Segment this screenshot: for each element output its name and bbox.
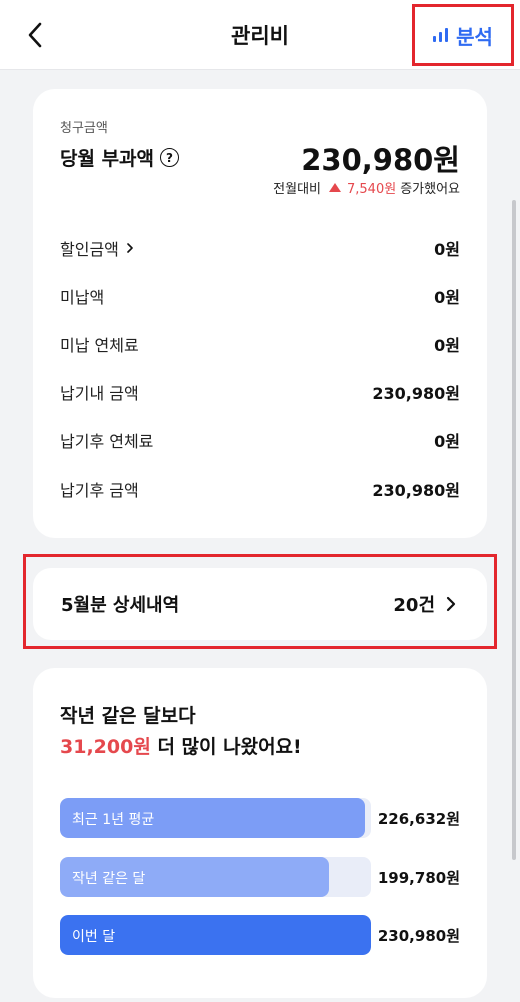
unpaid-late-fee-row: 미납 연체료 0원 [60, 331, 460, 357]
compare-amount: 7,540원 [347, 182, 397, 197]
due-amount-row: 납기내 금액 230,980원 [60, 379, 460, 405]
detail-count-group: 20건 [393, 591, 457, 617]
after-due-amount-label: 납기후 금액 [60, 481, 139, 500]
bar-row-last-year: 작년 같은 달 199,780원 [60, 857, 460, 897]
row-label: 할인금액 [60, 236, 135, 260]
compare-headline-rest: 더 많이 나왔어요! [157, 736, 302, 758]
bar-label: 최근 1년 평균 [72, 812, 155, 828]
current-charge-label: 당월 부과액 ? [60, 144, 180, 171]
bar-row-year-average: 최근 1년 평균 226,632원 [60, 798, 460, 838]
compare-suffix: 증가했어요 [400, 182, 460, 197]
help-icon[interactable]: ? [160, 148, 180, 167]
unpaid-row: 미납액 0원 [60, 283, 460, 309]
bar-value: 230,980원 [377, 927, 460, 945]
discount-label: 할인금액 [60, 240, 119, 259]
compare-headline: 작년 같은 달보다 31,200원 더 많이 나왔어요! [60, 701, 302, 763]
late-fee-value: 0원 [434, 432, 460, 451]
bar-label: 이번 달 [72, 929, 116, 945]
analysis-label: 분석 [456, 24, 493, 49]
discount-value: 0원 [434, 240, 460, 259]
year-compare-card: 작년 같은 달보다 31,200원 더 많이 나왔어요! 최근 1년 평균 22… [33, 668, 487, 998]
bar-value: 226,632원 [377, 810, 460, 828]
detail-label: 5월분 상세내역 [61, 595, 180, 616]
current-charge-text: 당월 부과액 [60, 148, 155, 170]
compare-headline-line1: 작년 같은 달보다 [60, 705, 196, 727]
due-amount-value: 230,980원 [372, 384, 460, 403]
due-amount-label: 납기내 금액 [60, 384, 139, 403]
bill-caption: 청구금액 [60, 121, 108, 136]
bill-summary-card: 청구금액 당월 부과액 ? 230,980원 전월대비 7,540원 증가했어요… [33, 89, 487, 538]
compare-headline-line2: 31,200원 더 많이 나왔어요! [60, 732, 302, 763]
late-fee-row: 납기후 연체료 0원 [60, 427, 460, 453]
compare-prefix: 전월대비 [273, 182, 321, 197]
bar-label: 작년 같은 달 [72, 871, 146, 887]
monthly-detail-link[interactable]: 5월분 상세내역 20건 [33, 568, 487, 640]
bar-value: 199,780원 [377, 869, 460, 887]
after-due-amount-value: 230,980원 [372, 481, 460, 500]
discount-row[interactable]: 할인금액 0원 [60, 235, 460, 261]
current-charge-amount: 230,980원 [301, 143, 460, 177]
bar-chart-icon [433, 28, 449, 42]
app-header: 관리비 분석 [0, 0, 520, 70]
bar-row-this-month: 이번 달 230,980원 [60, 915, 460, 955]
increase-arrow-icon [329, 183, 341, 192]
after-due-amount-row: 납기후 금액 230,980원 [60, 476, 460, 502]
late-fee-label: 납기후 연체료 [60, 432, 154, 451]
unpaid-value: 0원 [434, 288, 460, 307]
detail-count: 20건 [393, 595, 435, 616]
scrollbar[interactable] [512, 200, 516, 860]
unpaid-label: 미납액 [60, 288, 105, 307]
compare-difference: 31,200원 [60, 736, 151, 758]
analysis-button[interactable]: 분석 [412, 4, 514, 66]
month-compare: 전월대비 7,540원 증가했어요 [273, 178, 460, 197]
unpaid-late-fee-label: 미납 연체료 [60, 336, 139, 355]
unpaid-late-fee-value: 0원 [434, 336, 460, 355]
chevron-right-icon [127, 243, 133, 253]
chevron-right-icon [446, 596, 456, 612]
